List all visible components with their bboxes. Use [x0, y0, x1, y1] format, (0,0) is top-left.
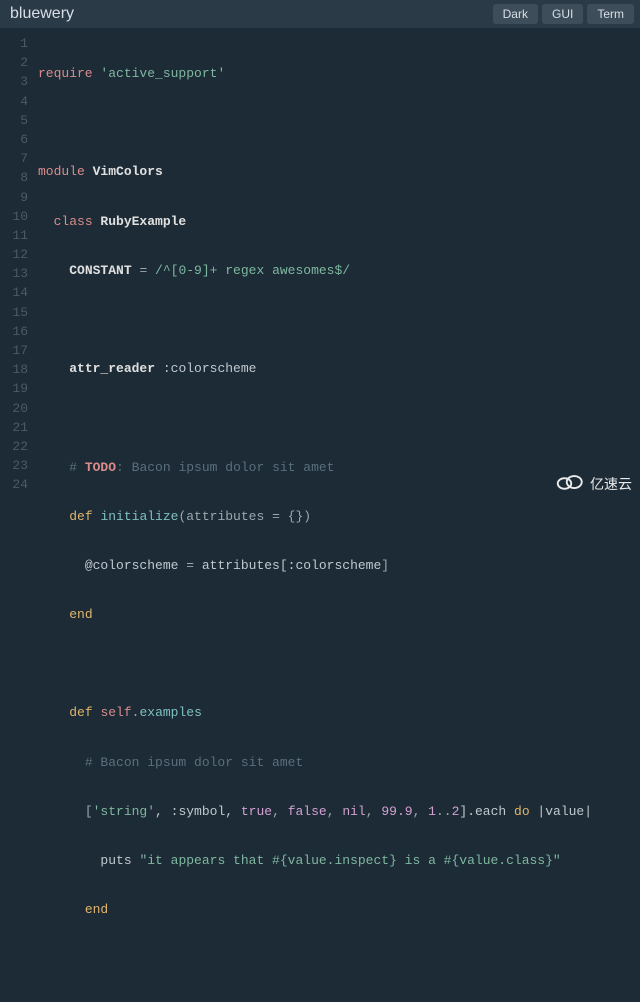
line-number: 11	[0, 226, 28, 245]
code-line	[38, 113, 592, 132]
line-number: 23	[0, 456, 28, 475]
line-number: 17	[0, 341, 28, 360]
code-line	[38, 408, 592, 427]
code-line: module VimColors	[38, 162, 592, 181]
code-line: puts "it appears that #{value.inspect} i…	[38, 851, 592, 870]
line-number: 16	[0, 322, 28, 341]
line-number: 9	[0, 188, 28, 207]
line-number: 3	[0, 72, 28, 91]
code-line: {:key1 => :value1, key2: 'value2'}.each …	[38, 999, 592, 1002]
gui-button[interactable]: GUI	[542, 4, 583, 24]
dark-button[interactable]: Dark	[493, 4, 538, 24]
line-number: 6	[0, 130, 28, 149]
line-number: 14	[0, 283, 28, 302]
code-line: # Bacon ipsum dolor sit amet	[38, 753, 592, 772]
theme-title: bluewery	[6, 5, 74, 23]
header-buttons: Dark GUI Term	[493, 4, 634, 24]
line-number: 21	[0, 418, 28, 437]
code-line	[38, 654, 592, 673]
line-number: 5	[0, 111, 28, 130]
code-line: require 'active_support'	[38, 64, 592, 83]
line-number: 18	[0, 360, 28, 379]
line-number: 19	[0, 379, 28, 398]
line-number: 20	[0, 399, 28, 418]
code-line: def self.examples	[38, 703, 592, 722]
code-line: class RubyExample	[38, 212, 592, 231]
line-number: 7	[0, 149, 28, 168]
line-number: 4	[0, 92, 28, 111]
line-number-gutter: 1 2 3 4 5 6 7 8 9 10 11 12 13 14 15 16 1…	[0, 34, 28, 1002]
term-button[interactable]: Term	[587, 4, 634, 24]
code-line: # TODO: Bacon ipsum dolor sit amet	[38, 458, 592, 477]
code-line	[38, 310, 592, 329]
code-line: end	[38, 900, 592, 919]
line-number: 13	[0, 264, 28, 283]
code-line: CONSTANT = /^[0-9]+ regex awesomes$/	[38, 261, 592, 280]
code-line: @colorscheme = attributes[:colorscheme]	[38, 556, 592, 575]
line-number: 10	[0, 207, 28, 226]
code-editor: 1 2 3 4 5 6 7 8 9 10 11 12 13 14 15 16 1…	[0, 28, 640, 1002]
cloud-icon	[554, 472, 584, 495]
code-line: end	[38, 605, 592, 624]
code-area[interactable]: require 'active_support' module VimColor…	[28, 34, 592, 1002]
watermark: 亿速云	[554, 472, 632, 495]
watermark-text: 亿速云	[590, 474, 632, 494]
line-number: 24	[0, 475, 28, 494]
code-line	[38, 949, 592, 968]
code-line: attr_reader :colorscheme	[38, 359, 592, 378]
code-line: def initialize(attributes = {})	[38, 507, 592, 526]
code-line: ['string', :symbol, true, false, nil, 99…	[38, 802, 592, 821]
line-number: 12	[0, 245, 28, 264]
line-number: 1	[0, 34, 28, 53]
line-number: 15	[0, 303, 28, 322]
title-bar: bluewery Dark GUI Term	[0, 0, 640, 28]
line-number: 8	[0, 168, 28, 187]
line-number: 22	[0, 437, 28, 456]
line-number: 2	[0, 53, 28, 72]
